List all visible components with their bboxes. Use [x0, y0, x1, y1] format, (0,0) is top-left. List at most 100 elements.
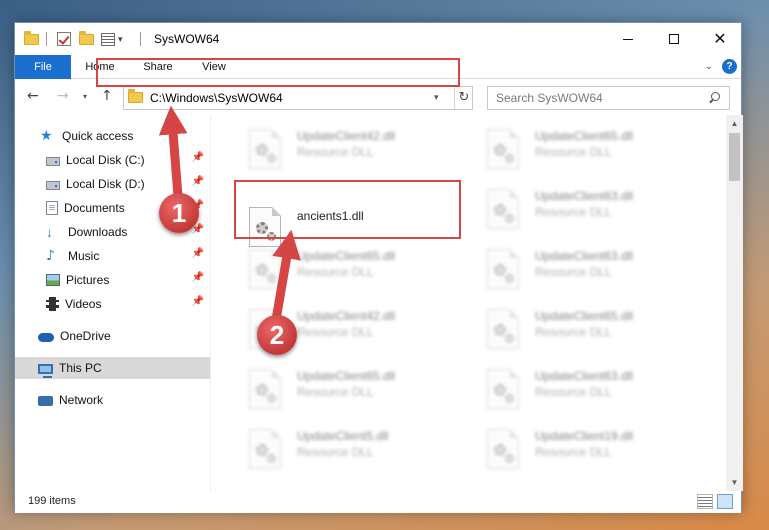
sidebar-item-label: Pictures [66, 273, 110, 287]
maximize-button[interactable] [651, 23, 697, 55]
file-type: Resource DLL [297, 445, 374, 459]
pin-icon[interactable]: 📌 [192, 176, 204, 187]
address-bar[interactable]: C:\Windows\SysWOW64 ▾ ↻ [123, 86, 473, 110]
pin-icon[interactable]: 📌 [192, 248, 204, 259]
help-icon[interactable]: ? [722, 59, 737, 74]
file-name: UpdateClient42.dll [297, 309, 396, 323]
back-arrow-icon[interactable]: ← [27, 88, 39, 104]
sidebar-item-label: Local Disk (C:) [66, 153, 145, 167]
dll-file-icon [249, 129, 281, 169]
scroll-up-arrow-icon[interactable]: ▲ [726, 115, 743, 132]
tab-view[interactable]: View [191, 55, 237, 79]
sidebar-item-label: Quick access [62, 129, 134, 143]
file-name: UpdateClient5.dll [297, 429, 389, 443]
pictures-icon [46, 274, 60, 286]
address-folder-icon [128, 89, 143, 106]
sidebar-item-network[interactable]: Network [15, 389, 210, 411]
file-name: UpdateClient63.dll [535, 249, 634, 263]
expand-ribbon-chevron-icon[interactable]: ⌄ [705, 61, 713, 72]
sidebar-item-label: Videos [65, 297, 102, 311]
search-icon[interactable] [707, 91, 721, 105]
file-item[interactable]: UpdateClient65.dll Resource DLL [461, 123, 686, 179]
sidebar-item-label: Documents [64, 201, 125, 215]
close-button[interactable]: ✕ [697, 23, 743, 55]
scroll-down-arrow-icon[interactable]: ▼ [726, 474, 743, 491]
pin-icon[interactable]: 📌 [192, 200, 204, 211]
file-item[interactable]: UpdateClient63.dll Resource DLL [461, 363, 686, 419]
title-bar[interactable]: ▾ SysWOW64 ✕ [15, 23, 741, 55]
sidebar-item-this-pc[interactable]: This PC [15, 357, 210, 379]
file-type: Resource DLL [297, 265, 374, 279]
downloads-icon: ↓ [46, 224, 53, 240]
sidebar-item-quick-access[interactable]: ★ Quick access [15, 125, 210, 147]
recent-locations-chevron-icon[interactable]: ▾ [83, 92, 87, 101]
minimize-button[interactable] [605, 23, 651, 55]
sidebar-item-local-disk-c[interactable]: Local Disk (C:) 📌 [15, 149, 210, 171]
dll-file-icon [487, 369, 519, 409]
network-icon [38, 396, 53, 406]
dll-file-icon [249, 309, 281, 349]
sidebar-item-label: Downloads [68, 225, 128, 239]
vertical-scrollbar[interactable]: ▲ ▼ [726, 115, 743, 491]
customize-toolbar-chevron-icon[interactable]: ▾ [118, 31, 123, 47]
new-folder-icon[interactable] [79, 30, 94, 47]
address-path[interactable]: C:\Windows\SysWOW64 [150, 91, 283, 105]
navigation-pane: ★ Quick access Local Disk (C:) 📌 Local D… [15, 115, 210, 491]
file-type: Resource DLL [535, 325, 612, 339]
file-list-pane: UpdateClient42.dll Resource DLL UpdateCl… [211, 115, 726, 491]
pin-icon[interactable]: 📌 [192, 152, 204, 163]
file-item[interactable]: UpdateClient65.dll Resource DLL [461, 303, 686, 359]
file-item[interactable]: UpdateClient65.dll Resource DLL [223, 363, 448, 419]
pin-icon[interactable]: 📌 [192, 296, 204, 307]
forward-arrow-icon[interactable]: → [57, 88, 69, 104]
refresh-icon[interactable]: ↻ [454, 87, 473, 109]
up-arrow-icon[interactable]: ↑ [101, 88, 113, 104]
navigation-bar: ← → ▾ ↑ C:\Windows\SysWOW64 ▾ ↻ Search S… [15, 79, 741, 115]
file-type: Resource DLL [535, 205, 612, 219]
details-view-icon[interactable] [697, 494, 713, 509]
scroll-thumb[interactable] [729, 133, 740, 181]
music-icon: ♪ [46, 248, 55, 264]
sidebar-item-music[interactable]: ♪ Music 📌 [15, 245, 210, 267]
pin-icon[interactable]: 📌 [192, 272, 204, 283]
documents-icon [46, 201, 58, 215]
properties-icon[interactable] [101, 31, 115, 47]
file-item[interactable]: UpdateClient63.dll Resource DLL [461, 243, 686, 299]
file-item[interactable]: UpdateClient42.dll Resource DLL [223, 303, 448, 359]
sidebar-item-onedrive[interactable]: OneDrive [15, 325, 210, 347]
file-item[interactable]: UpdateClient63.dll Resource DLL [461, 183, 686, 239]
ribbon-tab-bar: File Home Share View ⌄ ? [15, 55, 741, 79]
file-type: Resource DLL [535, 265, 612, 279]
status-bar: 199 items [15, 491, 741, 513]
address-dropdown-chevron-icon[interactable]: ▾ [434, 92, 439, 103]
quick-access-separator [46, 31, 47, 47]
tab-share[interactable]: Share [135, 55, 181, 79]
item-count: 199 items [28, 495, 76, 507]
sidebar-item-local-disk-d[interactable]: Local Disk (D:) 📌 [15, 173, 210, 195]
properties-checkmark-icon[interactable] [57, 31, 71, 47]
file-item[interactable]: UpdateClient65.dll Resource DLL [223, 243, 448, 299]
file-type: Resource DLL [535, 385, 612, 399]
tab-file[interactable]: File [15, 55, 71, 79]
search-input[interactable]: Search SysWOW64 [487, 86, 730, 110]
dll-file-icon [249, 369, 281, 409]
sidebar-item-documents[interactable]: Documents 📌 [15, 197, 210, 219]
pin-icon[interactable]: 📌 [192, 224, 204, 235]
minimize-icon [623, 38, 633, 40]
sidebar-item-label: This PC [59, 361, 102, 375]
dll-file-icon [249, 429, 281, 469]
sidebar-item-pictures[interactable]: Pictures 📌 [15, 269, 210, 291]
sidebar-item-videos[interactable]: Videos 📌 [15, 293, 210, 315]
sidebar-item-downloads[interactable]: ↓ Downloads 📌 [15, 221, 210, 243]
file-type: Resource DLL [535, 145, 612, 159]
file-name: UpdateClient65.dll [535, 309, 634, 323]
sidebar-item-label: OneDrive [60, 329, 111, 343]
dll-file-icon [487, 249, 519, 289]
file-type: Resource DLL [535, 445, 612, 459]
file-item[interactable]: UpdateClient19.dll Resource DLL [461, 423, 686, 479]
tab-home[interactable]: Home [77, 55, 123, 79]
dll-file-icon [487, 129, 519, 169]
file-item[interactable]: UpdateClient5.dll Resource DLL [223, 423, 448, 479]
file-item[interactable]: UpdateClient42.dll Resource DLL [223, 123, 448, 179]
large-icons-view-icon[interactable] [717, 494, 733, 509]
